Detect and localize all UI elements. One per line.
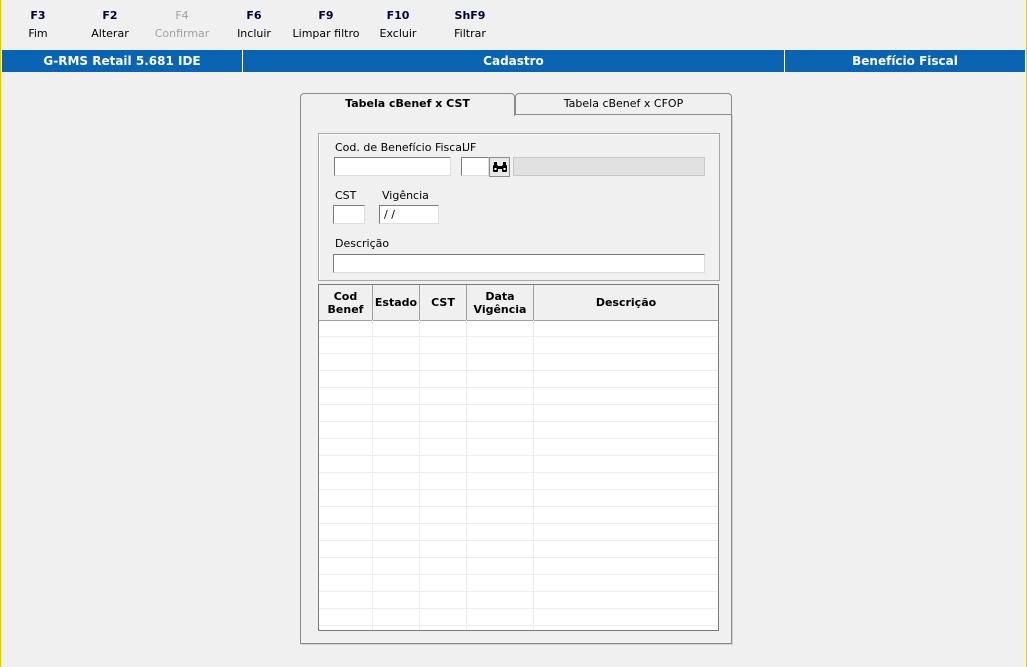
- table-row[interactable]: [319, 354, 718, 371]
- fim-button[interactable]: F3 Fim: [18, 8, 58, 46]
- cod-beneficio-field[interactable]: [334, 157, 451, 176]
- uf-name-field: [513, 157, 705, 176]
- col-cst[interactable]: CST: [420, 285, 467, 320]
- filtrar-label: Filtrar: [454, 27, 486, 40]
- confirmar-key: F4: [175, 9, 189, 22]
- cst-field[interactable]: [333, 205, 365, 224]
- binoculars-icon: [492, 162, 507, 172]
- table-row[interactable]: [319, 473, 718, 490]
- excluir-key: F10: [386, 9, 410, 22]
- vigencia-label: Vigência: [382, 189, 429, 202]
- table-row[interactable]: [319, 320, 718, 337]
- col-cst-label: CST: [431, 296, 455, 309]
- descricao-label: Descrição: [335, 237, 390, 250]
- app-title: G-RMS Retail 5.681 IDE: [43, 54, 201, 68]
- col-estado-label: Estado: [374, 296, 418, 309]
- function-key-toolbar: F3 Fim F2 Alterar F4 Confirmar F6 Inclui…: [0, 0, 1027, 48]
- col-data-vigencia-label: Data Vigência: [473, 289, 527, 316]
- fim-label: Fim: [28, 27, 48, 40]
- window-border-left: [0, 0, 1, 667]
- incluir-label: Incluir: [237, 27, 271, 40]
- uf-label: UF: [462, 141, 477, 154]
- alterar-key: F2: [102, 9, 118, 22]
- grid-column-line: [533, 320, 534, 630]
- screen-title: Benefício Fiscal: [852, 54, 958, 68]
- title-bar: G-RMS Retail 5.681 IDE Cadastro Benefíci…: [2, 50, 1025, 72]
- descricao-field[interactable]: [333, 254, 705, 273]
- tab-cbenef-cst[interactable]: Tabela cBenef x CST: [300, 93, 515, 116]
- table-row[interactable]: [319, 490, 718, 507]
- col-cod-benef-label: Cod Benef: [327, 289, 364, 316]
- table-row[interactable]: [319, 609, 718, 626]
- grid-column-line: [419, 320, 420, 630]
- filtrar-key: ShF9: [454, 9, 486, 22]
- col-cod-benef[interactable]: Cod Benef: [319, 285, 373, 320]
- table-row[interactable]: [319, 405, 718, 422]
- cod-beneficio-label: Cod. de Benefício Fiscal: [335, 141, 466, 154]
- table-row[interactable]: [319, 456, 718, 473]
- cst-label: CST: [335, 189, 357, 202]
- vigencia-field[interactable]: / /: [379, 205, 439, 224]
- excluir-button[interactable]: F10 Excluir: [374, 8, 422, 46]
- col-descricao[interactable]: Descrição: [534, 285, 718, 320]
- table-row[interactable]: [319, 524, 718, 541]
- incluir-button[interactable]: F6 Incluir: [230, 8, 278, 46]
- limpar-filtro-label: Limpar filtro: [292, 27, 360, 40]
- grid-column-line: [372, 320, 373, 630]
- table-row[interactable]: [319, 371, 718, 388]
- col-descricao-label: Descrição: [595, 296, 657, 309]
- alterar-label: Alterar: [91, 27, 129, 40]
- confirmar-label: Confirmar: [154, 27, 210, 40]
- fim-key: F3: [30, 9, 46, 22]
- alterar-button[interactable]: F2 Alterar: [84, 8, 136, 46]
- table-row[interactable]: [319, 422, 718, 439]
- excluir-label: Excluir: [379, 27, 417, 40]
- table-row[interactable]: [319, 388, 718, 405]
- tab-cbenef-cfop[interactable]: Tabela cBenef x CFOP: [515, 93, 732, 114]
- col-estado[interactable]: Estado: [373, 285, 420, 320]
- col-data-vigencia[interactable]: Data Vigência: [467, 285, 534, 320]
- uf-field[interactable]: [461, 157, 489, 176]
- confirmar-button[interactable]: F4 Confirmar: [150, 8, 214, 46]
- table-row[interactable]: [319, 592, 718, 609]
- grid-header: Cod Benef Estado CST Data Vigência Descr…: [319, 285, 718, 321]
- limpar-filtro-button[interactable]: F9 Limpar filtro: [288, 8, 364, 46]
- limpar-filtro-key: F9: [318, 9, 334, 22]
- table-row[interactable]: [319, 541, 718, 558]
- table-row[interactable]: [319, 558, 718, 575]
- table-row[interactable]: [319, 337, 718, 354]
- grid-column-line: [466, 320, 467, 630]
- uf-lookup-button[interactable]: [489, 157, 510, 177]
- table-row[interactable]: [319, 439, 718, 456]
- results-grid[interactable]: Cod Benef Estado CST Data Vigência Descr…: [318, 284, 719, 631]
- incluir-key: F6: [246, 9, 262, 22]
- table-row[interactable]: [319, 575, 718, 592]
- section-title: Cadastro: [483, 54, 544, 68]
- table-row[interactable]: [319, 507, 718, 524]
- filtrar-button[interactable]: ShF9 Filtrar: [446, 8, 494, 46]
